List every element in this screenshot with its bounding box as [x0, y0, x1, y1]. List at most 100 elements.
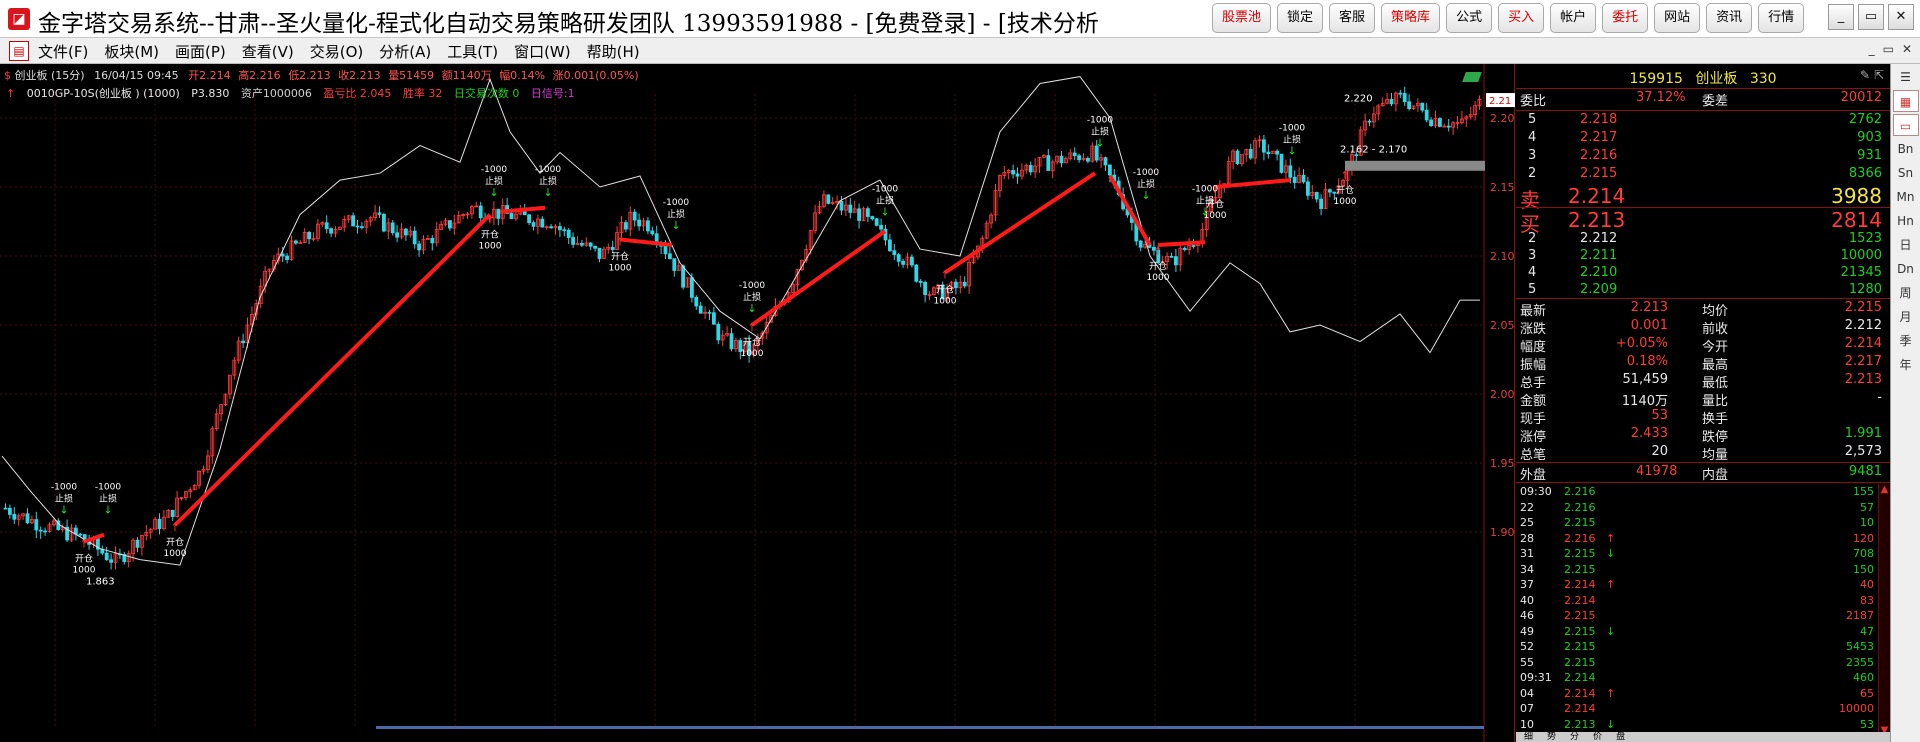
- sell-level-row[interactable]: 4 2.217 903: [1516, 130, 1890, 148]
- buy-level-row[interactable]: 4 2.210 21345: [1516, 265, 1890, 283]
- stats-row[interactable]: 最新 2.213 均价 2.215: [1516, 300, 1890, 319]
- stats-row[interactable]: 总手 51,459 最低 2.213: [1516, 372, 1890, 391]
- buy-level-row[interactable]: 5 2.209 1280: [1516, 282, 1890, 300]
- minimize-button[interactable]: _: [1828, 4, 1854, 30]
- stat-label: 最高: [1702, 358, 1729, 373]
- news-button[interactable]: 资讯: [1706, 3, 1753, 33]
- stats-row[interactable]: 幅度 +0.05% 今开 2.214: [1516, 336, 1890, 355]
- period-button[interactable]: Bn: [1893, 138, 1919, 160]
- open-arrow-icon: ↑: [940, 269, 949, 282]
- period-button[interactable]: 月: [1893, 306, 1919, 328]
- title-bar: ◪ 金字塔交易系统--甘肃--圣火量化-程式化自动交易策略研发团队 139935…: [0, 0, 1920, 38]
- period-button[interactable]: 周: [1893, 282, 1919, 304]
- sell-level-row[interactable]: 5 2.218 2762: [1516, 112, 1890, 130]
- stock-pool-button[interactable]: 股票池: [1212, 3, 1272, 33]
- separator: [1516, 482, 1890, 483]
- sell-level-row[interactable]: 3 2.216 931: [1516, 148, 1890, 166]
- candle-body: [896, 254, 901, 262]
- menu-analysis[interactable]: 分析(A): [379, 41, 431, 62]
- chart-hscrollbar[interactable]: [376, 726, 1484, 729]
- menu-tools[interactable]: 工具(T): [447, 41, 498, 62]
- stats-row[interactable]: 振幅 0.18% 最高 2.217: [1516, 354, 1890, 373]
- website-button[interactable]: 网站: [1654, 3, 1701, 33]
- candle-body: [1424, 109, 1429, 121]
- buy1-row[interactable]: 买 2.213 2814: [1516, 208, 1890, 236]
- market-button[interactable]: 行情: [1758, 3, 1805, 33]
- grid-icon[interactable]: ▦: [1892, 90, 1919, 112]
- scroll-up-icon[interactable]: ▲: [1879, 484, 1890, 495]
- doc-icon[interactable]: ▤: [9, 41, 29, 61]
- level-price: 2.209: [1580, 282, 1618, 297]
- mdi-close-button[interactable]: ✕: [1902, 42, 1912, 56]
- stat-value: 0.001: [1630, 318, 1668, 333]
- menu-bar: ▤ 文件(F) 板块(M) 画面(P) 查看(V) 交易(O) 分析(A) 工具…: [0, 38, 1920, 64]
- tick-volume: 5453: [1846, 640, 1874, 653]
- menu-file[interactable]: 文件(F): [38, 41, 88, 62]
- quote-tab[interactable]: 价: [1593, 732, 1602, 742]
- quote-tab[interactable]: 细: [1524, 732, 1533, 742]
- stats-row[interactable]: 涨停 2.433 跌停 1.991: [1516, 426, 1890, 445]
- expand-icon[interactable]: ⇱: [1874, 68, 1884, 82]
- period-button[interactable]: 季: [1893, 330, 1919, 352]
- buy-level-row[interactable]: 3 2.211 10000: [1516, 248, 1890, 266]
- period-button[interactable]: Hn: [1893, 210, 1919, 232]
- formula-button[interactable]: 公式: [1446, 3, 1493, 33]
- stats-row[interactable]: 总笔 20 均量 2,573: [1516, 444, 1890, 463]
- stats-row[interactable]: 涨跌 0.001 前收 2.212: [1516, 318, 1890, 337]
- order-button[interactable]: 委托: [1602, 3, 1649, 33]
- candle-body: [395, 232, 400, 238]
- quick-toolbar: 股票池 锁定 客服 策略库 公式 买入 帐户 委托 网站 资讯 行情: [1212, 3, 1805, 33]
- tick-time: 25: [1520, 516, 1534, 529]
- chart-canvas[interactable]: 2.202.152.102.052.001.951.90↑开仓1000↑开仓10…: [0, 64, 1515, 742]
- buy-button[interactable]: 买入: [1498, 3, 1545, 33]
- candle-body: [109, 559, 113, 563]
- period-button[interactable]: 日: [1893, 234, 1919, 256]
- lock-button[interactable]: 锁定: [1277, 3, 1324, 33]
- close-button[interactable]: ✕: [1888, 4, 1914, 30]
- account-button[interactable]: 帐户: [1550, 3, 1597, 33]
- pin-icon[interactable]: ✎: [1860, 68, 1870, 82]
- menu-view[interactable]: 查看(V): [242, 41, 294, 62]
- menu-view-page[interactable]: 画面(P): [175, 41, 226, 62]
- service-button[interactable]: 客服: [1329, 3, 1376, 33]
- period-button[interactable]: Dn: [1893, 258, 1919, 280]
- menu-window[interactable]: 窗口(W): [514, 41, 571, 62]
- period-button[interactable]: Sn: [1893, 162, 1919, 184]
- stats-row[interactable]: 金额 1140万 量比 -: [1516, 390, 1890, 409]
- menu-sector[interactable]: 板块(M): [104, 41, 159, 62]
- level-volume: 21345: [1840, 265, 1882, 280]
- menu-help[interactable]: 帮助(H): [587, 41, 640, 62]
- buy-level-row[interactable]: 2 2.212 1523: [1516, 231, 1890, 249]
- open-arrow-icon: ↑: [747, 321, 756, 334]
- stat-value: 2.212: [1844, 318, 1882, 333]
- kline-chart[interactable]: 2.20 2.15 2.10 2.05 2.00 1.95 1.90 ↑ 开仓 1000 ↑ 开仓 10…: [0, 64, 1515, 742]
- weicha-label: 委差: [1702, 94, 1729, 109]
- tick-volume: 10000: [1839, 702, 1874, 715]
- strategy-lib-button[interactable]: 策略库: [1381, 3, 1441, 33]
- chart-icon[interactable]: ▭: [1892, 114, 1919, 136]
- period-button[interactable]: Mn: [1893, 186, 1919, 208]
- tick-volume: 708: [1853, 547, 1874, 560]
- sell1-row[interactable]: 卖 2.214 3988: [1516, 184, 1890, 212]
- stats-row[interactable]: 现手 53 换手: [1516, 408, 1890, 427]
- menu-trade[interactable]: 交易(O): [310, 41, 364, 62]
- sell-level-row[interactable]: 2 2.215 8366: [1516, 166, 1890, 184]
- candle-body: [43, 530, 47, 533]
- tick-scrollbar[interactable]: ▲ ▼: [1878, 484, 1890, 736]
- tick-price: 2.215: [1564, 562, 1596, 576]
- mdi-minimize-button[interactable]: _: [1869, 42, 1875, 56]
- quote-tab[interactable]: 盘: [1616, 732, 1625, 742]
- list-icon[interactable]: ☰: [1893, 66, 1919, 88]
- quote-tab[interactable]: 势: [1547, 732, 1556, 742]
- tick-price: 2.214: [1564, 593, 1596, 607]
- candle-body: [157, 518, 162, 529]
- mdi-restore-button[interactable]: ▭: [1883, 42, 1894, 56]
- tick-time: 34: [1520, 562, 1534, 576]
- restore-button[interactable]: ▭: [1858, 4, 1884, 30]
- candle-body: [34, 519, 39, 531]
- tick-row: 37 2.214 ↑ 40: [1516, 578, 1890, 593]
- period-button[interactable]: 年: [1893, 354, 1919, 376]
- tick-row: 34 2.215 150: [1516, 563, 1890, 578]
- quote-tab[interactable]: 分: [1570, 732, 1579, 742]
- stat-value: 1140万: [1621, 394, 1668, 409]
